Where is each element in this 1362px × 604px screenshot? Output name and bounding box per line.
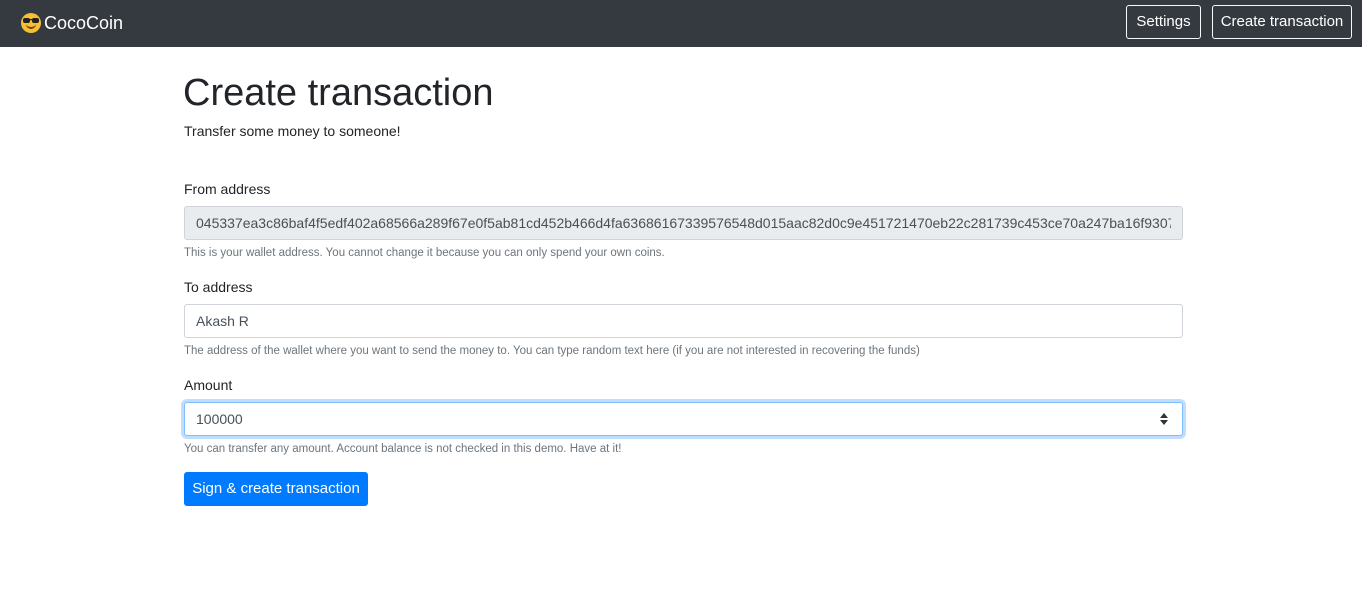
page-title: Create transaction xyxy=(183,72,494,114)
from-address-help: This is your wallet address. You cannot … xyxy=(184,247,665,259)
amount-help: You can transfer any amount. Account bal… xyxy=(184,443,622,455)
page-subtitle: Transfer some money to someone! xyxy=(184,123,401,139)
to-address-field[interactable] xyxy=(184,304,1183,338)
from-address-field[interactable] xyxy=(184,206,1183,240)
brand-name: CocoCoin xyxy=(44,12,124,33)
from-address-label: From address xyxy=(184,181,271,197)
amount-label: Amount xyxy=(184,377,233,393)
settings-button[interactable]: Settings xyxy=(1126,5,1201,39)
to-address-label: To address xyxy=(184,279,253,295)
create-transaction-nav-button[interactable]: Create transaction xyxy=(1212,5,1352,39)
amount-stepper[interactable] xyxy=(1157,408,1171,430)
amount-field[interactable] xyxy=(184,402,1183,436)
sunglasses-emoji-icon xyxy=(21,13,41,33)
top-navbar: CocoCoin Settings Create transaction xyxy=(0,0,1362,47)
brand-link[interactable]: CocoCoin xyxy=(21,11,123,35)
stepper-down-icon[interactable] xyxy=(1160,420,1168,425)
stepper-up-icon[interactable] xyxy=(1160,413,1168,418)
sign-create-transaction-button[interactable]: Sign & create transaction xyxy=(184,472,368,506)
to-address-help: The address of the wallet where you want… xyxy=(184,345,920,357)
